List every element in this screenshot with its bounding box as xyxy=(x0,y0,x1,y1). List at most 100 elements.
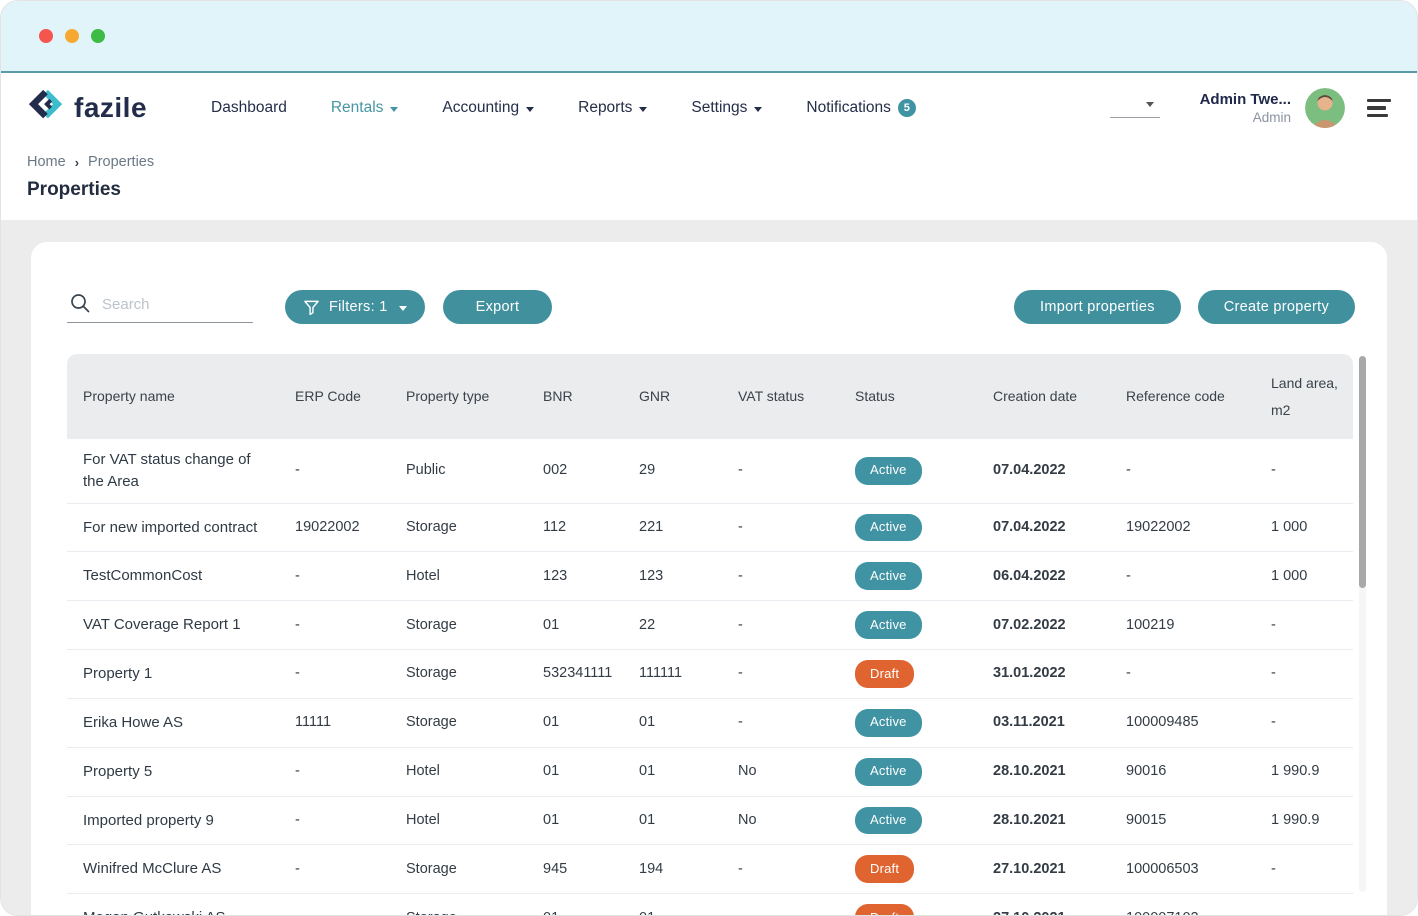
close-window-icon[interactable] xyxy=(39,29,53,43)
cell-status: Active xyxy=(845,601,983,650)
main-area: Filters: 1 Export Import properties Crea… xyxy=(1,220,1417,916)
nav-reports[interactable]: Reports xyxy=(578,99,647,117)
cell-reference-code: 100219 xyxy=(1116,601,1261,650)
cell-bnr: 123 xyxy=(533,552,629,601)
cell-vat-status: No xyxy=(728,796,845,845)
maximize-window-icon[interactable] xyxy=(91,29,105,43)
chevron-down-icon xyxy=(1146,102,1154,107)
cell-bnr: 01 xyxy=(533,894,629,916)
cell-erp-code: 11111 xyxy=(285,698,396,747)
import-properties-button[interactable]: Import properties xyxy=(1014,290,1181,324)
chevron-down-icon xyxy=(754,107,762,112)
cell-vat-status: - xyxy=(728,503,845,552)
table-body: For VAT status change of the Area - Publ… xyxy=(67,439,1353,916)
cell-property-type: Storage xyxy=(396,601,533,650)
app-window: fazile Dashboard Rentals Accounting Repo… xyxy=(0,0,1418,916)
cell-land-area: 1 990.9 xyxy=(1261,747,1353,796)
col-property-name[interactable]: Property name xyxy=(67,354,285,439)
col-land-area[interactable]: Land area, m2 xyxy=(1261,354,1353,439)
nav-rentals[interactable]: Rentals xyxy=(331,99,399,117)
cell-erp-code: - xyxy=(285,552,396,601)
cell-property-type: Storage xyxy=(396,894,533,916)
app-header: fazile Dashboard Rentals Accounting Repo… xyxy=(1,73,1417,143)
cell-erp-code: - xyxy=(285,601,396,650)
nav-accounting[interactable]: Accounting xyxy=(442,99,534,117)
cell-creation-date: 07.04.2022 xyxy=(983,503,1116,552)
language-dropdown[interactable] xyxy=(1110,98,1160,118)
cell-land-area: - xyxy=(1261,845,1353,894)
scrollbar-thumb[interactable] xyxy=(1359,356,1366,588)
cell-gnr: 01 xyxy=(629,796,728,845)
nav-notifications[interactable]: Notifications 5 xyxy=(806,99,915,117)
cell-status: Draft xyxy=(845,845,983,894)
page-heading-area: Home › Properties Properties xyxy=(1,143,1417,220)
table-scrollbar xyxy=(1359,356,1366,892)
table-row[interactable]: Property 5 - Hotel 01 01 No Active 28.10… xyxy=(67,747,1353,796)
col-bnr[interactable]: BNR xyxy=(533,354,629,439)
cell-land-area: - xyxy=(1261,439,1353,503)
properties-table-container: Property name ERP Code Property type BNR… xyxy=(67,354,1353,916)
col-reference-code[interactable]: Reference code xyxy=(1116,354,1261,439)
breadcrumb-home[interactable]: Home xyxy=(27,154,66,170)
minimize-window-icon[interactable] xyxy=(65,29,79,43)
export-button[interactable]: Export xyxy=(443,290,553,324)
cell-property-type: Hotel xyxy=(396,796,533,845)
table-row[interactable]: For new imported contract 19022002 Stora… xyxy=(67,503,1353,552)
cell-vat-status: - xyxy=(728,698,845,747)
search-icon xyxy=(69,292,91,319)
breadcrumb: Home › Properties xyxy=(27,154,1391,170)
status-badge: Active xyxy=(855,611,922,639)
table-row[interactable]: Erika Howe AS 11111 Storage 01 01 - Acti… xyxy=(67,698,1353,747)
cell-erp-code: - xyxy=(285,747,396,796)
table-row[interactable]: Property 1 - Storage 532341111 111111 - … xyxy=(67,650,1353,699)
table-row[interactable]: VAT Coverage Report 1 - Storage 01 22 - … xyxy=(67,601,1353,650)
filters-button[interactable]: Filters: 1 xyxy=(285,290,425,324)
status-badge: Draft xyxy=(855,660,914,688)
col-vat-status[interactable]: VAT status xyxy=(728,354,845,439)
chevron-down-icon xyxy=(390,107,398,112)
table-row[interactable]: Imported property 9 - Hotel 01 01 No Act… xyxy=(67,796,1353,845)
cell-erp-code: - xyxy=(285,845,396,894)
nav-settings[interactable]: Settings xyxy=(691,99,762,117)
table-row[interactable]: Megan Gutkowski AS - Storage 01 01 - Dra… xyxy=(67,894,1353,916)
chevron-down-icon xyxy=(639,107,647,112)
col-property-type[interactable]: Property type xyxy=(396,354,533,439)
menu-icon[interactable] xyxy=(1367,99,1391,118)
cell-property-type: Public xyxy=(396,439,533,503)
search-box xyxy=(67,292,253,323)
cell-creation-date: 28.10.2021 xyxy=(983,747,1116,796)
cell-land-area: 1 000 xyxy=(1261,503,1353,552)
table-row[interactable]: TestCommonCost - Hotel 123 123 - Active … xyxy=(67,552,1353,601)
cell-property-type: Storage xyxy=(396,845,533,894)
logo[interactable]: fazile xyxy=(27,87,147,130)
cell-bnr: 01 xyxy=(533,796,629,845)
cell-vat-status: - xyxy=(728,439,845,503)
cell-reference-code: - xyxy=(1116,650,1261,699)
nav-dashboard[interactable]: Dashboard xyxy=(211,99,287,117)
table-row[interactable]: Winifred McClure AS - Storage 945 194 - … xyxy=(67,845,1353,894)
browser-titlebar xyxy=(1,1,1417,73)
search-input[interactable] xyxy=(67,292,253,323)
cell-reference-code: - xyxy=(1116,552,1261,601)
table-row[interactable]: For VAT status change of the Area - Publ… xyxy=(67,439,1353,503)
cell-land-area: - xyxy=(1261,894,1353,916)
cell-gnr: 123 xyxy=(629,552,728,601)
col-creation-date[interactable]: Creation date xyxy=(983,354,1116,439)
col-status[interactable]: Status xyxy=(845,354,983,439)
col-gnr[interactable]: GNR xyxy=(629,354,728,439)
cell-bnr: 01 xyxy=(533,698,629,747)
avatar[interactable] xyxy=(1305,88,1345,128)
cell-land-area: - xyxy=(1261,650,1353,699)
cell-reference-code: 100009485 xyxy=(1116,698,1261,747)
cell-status: Draft xyxy=(845,894,983,916)
col-erp-code[interactable]: ERP Code xyxy=(285,354,396,439)
cell-gnr: 194 xyxy=(629,845,728,894)
content-card: Filters: 1 Export Import properties Crea… xyxy=(31,242,1387,916)
user-info[interactable]: Admin Twe... Admin xyxy=(1200,91,1291,125)
cell-creation-date: 07.02.2022 xyxy=(983,601,1116,650)
cell-property-type: Hotel xyxy=(396,747,533,796)
toolbar-right: Import properties Create property xyxy=(1014,290,1355,324)
create-property-button[interactable]: Create property xyxy=(1198,290,1355,324)
cell-erp-code: 19022002 xyxy=(285,503,396,552)
cell-creation-date: 31.01.2022 xyxy=(983,650,1116,699)
